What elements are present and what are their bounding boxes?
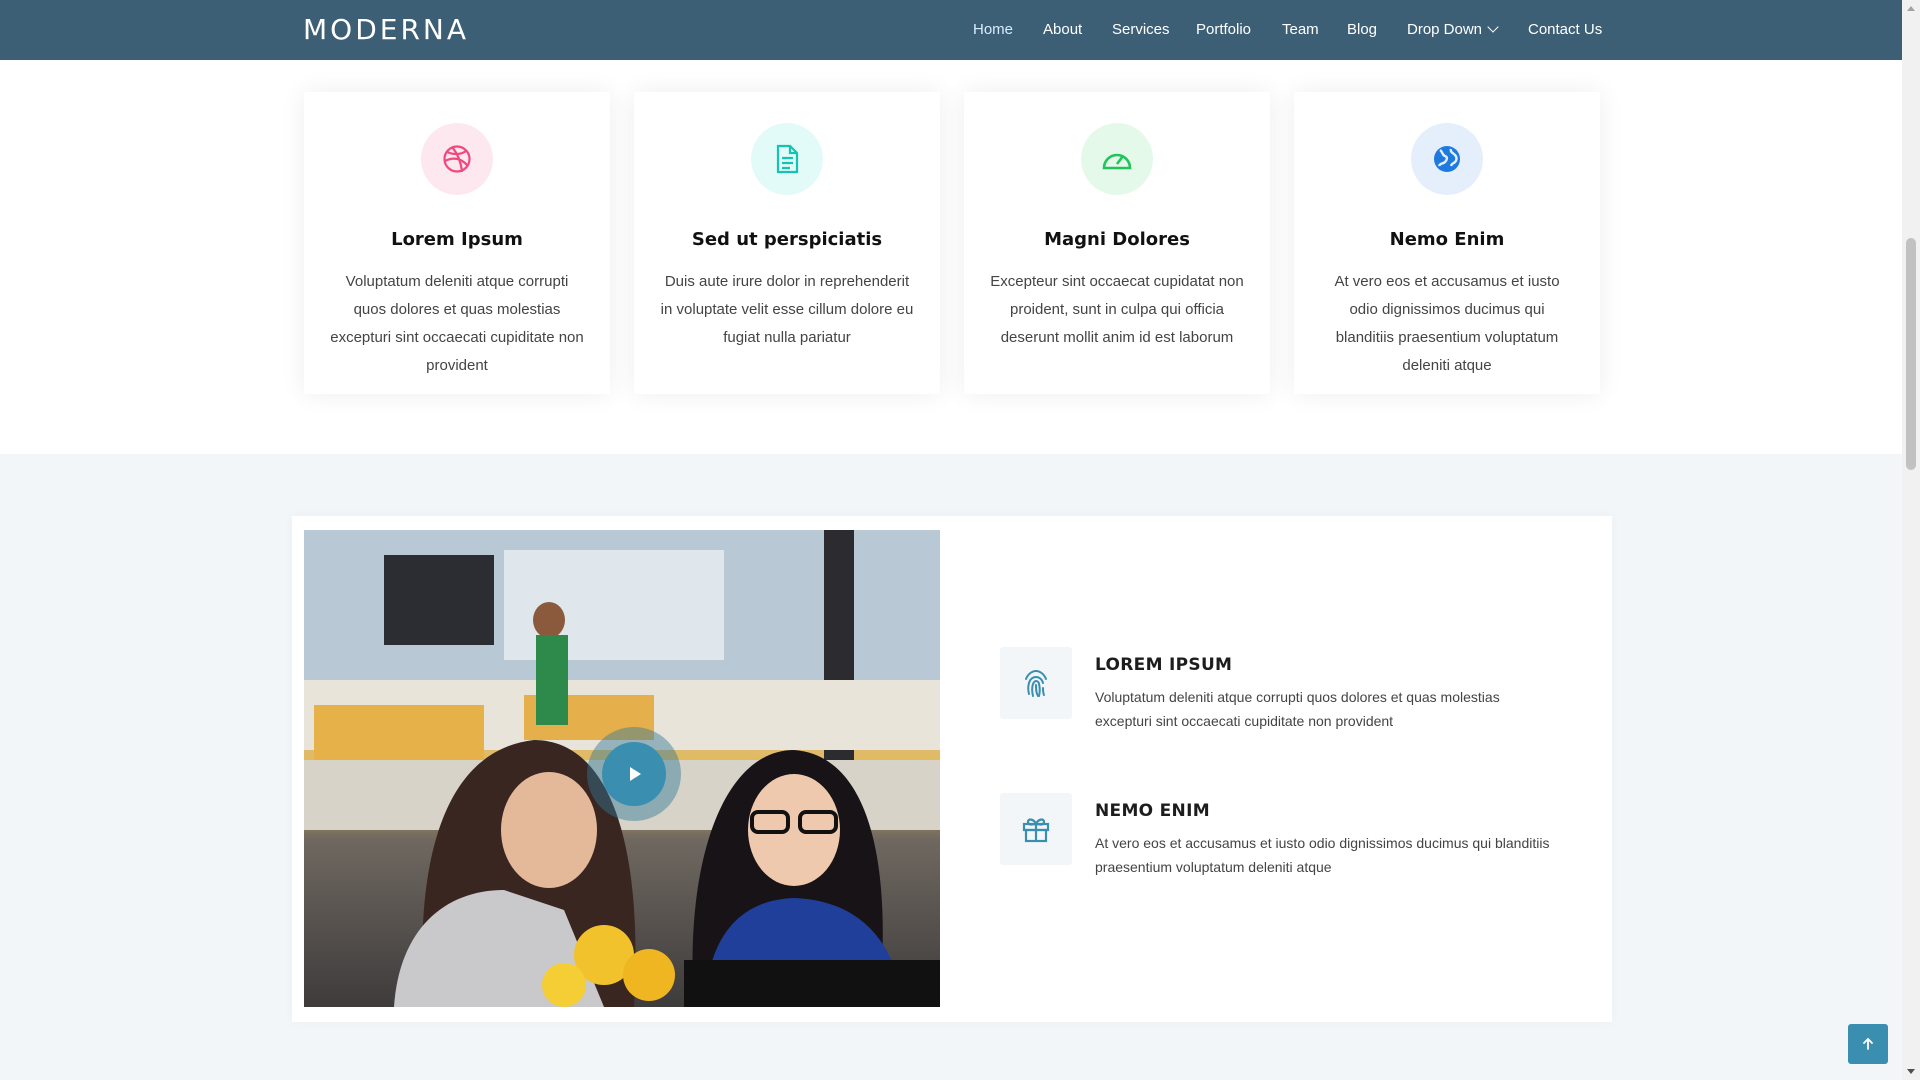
play-video-button[interactable] <box>587 727 681 821</box>
features-section: Lorem Ipsum Voluptatum deleniti atque co… <box>0 60 1902 454</box>
why-us-text: Voluptatum deleniti atque corrupti quos … <box>1095 689 1500 729</box>
feature-card: Nemo Enim At vero eos et accusamus et iu… <box>1294 92 1600 394</box>
globe-icon <box>1434 146 1460 172</box>
scroll-thumb[interactable] <box>1906 238 1916 470</box>
nav-services[interactable]: Services <box>1112 20 1170 40</box>
why-us-title: NEMO ENIM <box>1095 801 1210 821</box>
feature-text: Excepteur sint occaecat cupidatat non pr… <box>990 273 1244 346</box>
feature-text: Voluptatum deleniti atque corrupti quos … <box>330 273 584 374</box>
why-us-icon-box <box>1000 793 1072 865</box>
feature-icon-circle <box>1081 123 1153 195</box>
why-us-title: LOREM IPSUM <box>1095 655 1233 675</box>
feature-card: Lorem Ipsum Voluptatum deleniti atque co… <box>304 92 610 394</box>
scroll-down-arrow-icon[interactable] <box>1907 1069 1915 1074</box>
play-button-inner <box>602 742 666 806</box>
nav-dropdown-label: Drop Down <box>1407 21 1483 38</box>
feature-text: Duis aute irure dolor in reprehenderit i… <box>660 273 914 346</box>
feature-title: Lorem Ipsum <box>391 229 523 250</box>
office-photo <box>304 530 940 1007</box>
page-scrollbar[interactable] <box>1902 0 1920 1080</box>
speedometer-icon <box>1102 153 1132 170</box>
nav-contact[interactable]: Contact Us <box>1528 20 1602 40</box>
gift-icon <box>1022 818 1050 843</box>
feature-icon-circle <box>1411 123 1483 195</box>
feature-text: At vero eos et accusamus et iusto odio d… <box>1334 273 1560 374</box>
back-to-top-button[interactable] <box>1848 1024 1888 1064</box>
document-icon <box>776 144 799 174</box>
feature-title: Nemo Enim <box>1389 229 1505 250</box>
site-logo[interactable]: MODERNA <box>303 12 469 48</box>
why-us-panel: LOREM IPSUM Voluptatum deleniti atque co… <box>292 516 1612 1022</box>
feature-card: Magni Dolores Excepteur sint occaecat cu… <box>964 92 1270 394</box>
why-us-icon-box <box>1000 647 1072 719</box>
nav-dropdown[interactable]: Drop Down <box>1407 20 1499 40</box>
nav-team[interactable]: Team <box>1282 20 1319 40</box>
why-us-text: At vero eos et accusamus et iusto odio d… <box>1095 835 1550 875</box>
nav-home[interactable]: Home <box>973 20 1013 40</box>
scroll-up-arrow-icon[interactable] <box>1907 6 1915 11</box>
site-header: MODERNA Home About Services Portfolio Te… <box>0 0 1902 60</box>
feature-icon-circle <box>751 123 823 195</box>
why-us-section: LOREM IPSUM Voluptatum deleniti atque co… <box>0 454 1902 1080</box>
feature-title: Sed ut perspiciatis <box>691 229 883 250</box>
feature-icon-circle <box>421 123 493 195</box>
feature-card: Sed ut perspiciatis Duis aute irure dolo… <box>634 92 940 394</box>
nav-portfolio[interactable]: Portfolio <box>1196 20 1251 40</box>
arrow-up-icon <box>1863 1037 1873 1050</box>
chevron-down-icon <box>1487 21 1499 33</box>
fingerprint-icon <box>1025 669 1047 697</box>
nav-about[interactable]: About <box>1043 20 1082 40</box>
dribbble-icon <box>443 145 471 173</box>
page: MODERNA Home About Services Portfolio Te… <box>0 0 1902 1080</box>
feature-title: Magni Dolores <box>1044 229 1190 250</box>
nav-blog[interactable]: Blog <box>1347 20 1377 40</box>
play-icon <box>630 767 641 781</box>
